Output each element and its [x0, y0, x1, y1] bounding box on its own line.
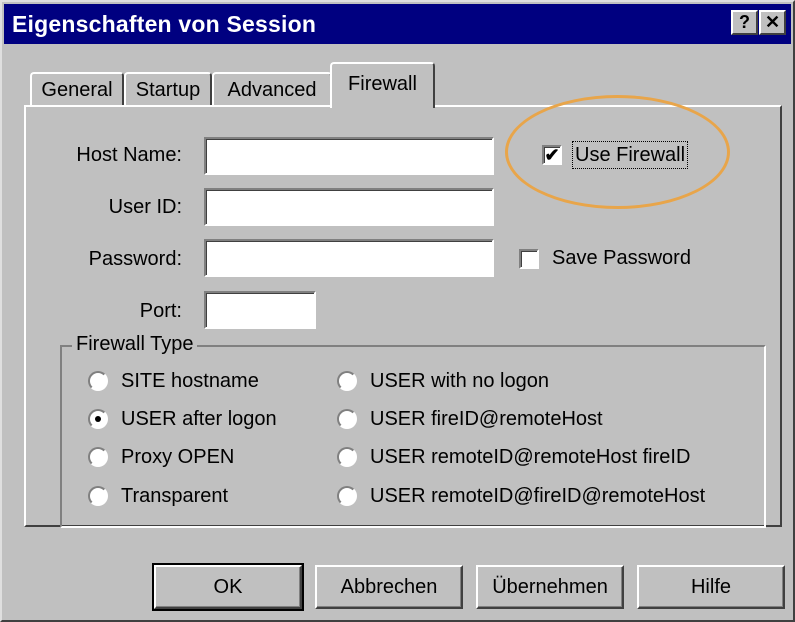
radio-proxy-open[interactable]: [88, 447, 108, 467]
save-password-checkbox[interactable]: [519, 249, 539, 269]
radio-transparent[interactable]: [88, 486, 108, 506]
radio-label-user-after-logon[interactable]: USER after logon: [121, 406, 277, 432]
radio-label-proxy-open[interactable]: Proxy OPEN: [121, 444, 234, 470]
password-label: Password:: [88, 248, 182, 270]
port-label: Port:: [139, 300, 182, 322]
radio-user-remoteid-fireid-remotehost[interactable]: [337, 486, 357, 506]
radio-user-after-logon[interactable]: [88, 409, 108, 429]
radio-site-hostname[interactable]: [88, 371, 108, 391]
properties-dialog: Eigenschaften von Session ? ✕ General St…: [0, 0, 795, 622]
port-input[interactable]: [204, 291, 316, 329]
help-button[interactable]: Hilfe: [637, 565, 785, 609]
radio-user-fireid-remotehost[interactable]: [337, 409, 357, 429]
radio-user-remoteid-remotehost-fireid[interactable]: [337, 447, 357, 467]
close-button[interactable]: ✕: [759, 10, 786, 35]
cancel-button[interactable]: Abbrechen: [315, 565, 463, 609]
radio-user-no-logon[interactable]: [337, 371, 357, 391]
firewall-type-legend: Firewall Type: [72, 332, 198, 356]
radio-label-user-fireid-remotehost[interactable]: USER fireID@remoteHost: [370, 406, 603, 432]
radio-label-user-remoteid-fireid-remotehost[interactable]: USER remoteID@fireID@remoteHost: [370, 483, 705, 509]
host-name-input[interactable]: [204, 137, 494, 175]
radio-label-transparent[interactable]: Transparent: [121, 483, 228, 509]
apply-button[interactable]: Übernehmen: [476, 565, 624, 609]
tab-advanced[interactable]: Advanced: [212, 72, 332, 106]
ok-button[interactable]: OK: [152, 563, 304, 611]
radio-label-user-remoteid-remotehost-fireid[interactable]: USER remoteID@remoteHost fireID: [370, 444, 690, 470]
user-id-input[interactable]: [204, 188, 494, 226]
use-firewall-label[interactable]: Use Firewall: [571, 141, 689, 169]
title-bar[interactable]: Eigenschaften von Session ? ✕: [4, 4, 791, 44]
password-input[interactable]: [204, 239, 494, 277]
tab-general[interactable]: General: [30, 72, 124, 106]
check-mark-icon: ✔: [544, 145, 560, 165]
radio-label-user-no-logon[interactable]: USER with no logon: [370, 368, 549, 394]
radio-dot-icon: [95, 416, 101, 422]
user-id-label: User ID:: [108, 196, 182, 218]
use-firewall-checkbox[interactable]: ✔: [542, 145, 562, 165]
radio-label-site-hostname[interactable]: SITE hostname: [121, 368, 259, 394]
tab-startup[interactable]: Startup: [124, 72, 212, 106]
help-title-button[interactable]: ?: [731, 10, 758, 35]
host-name-label: Host Name:: [76, 144, 182, 166]
window-title: Eigenschaften von Session: [12, 11, 317, 37]
tab-firewall[interactable]: Firewall: [330, 62, 435, 108]
save-password-label[interactable]: Save Password: [552, 245, 691, 271]
